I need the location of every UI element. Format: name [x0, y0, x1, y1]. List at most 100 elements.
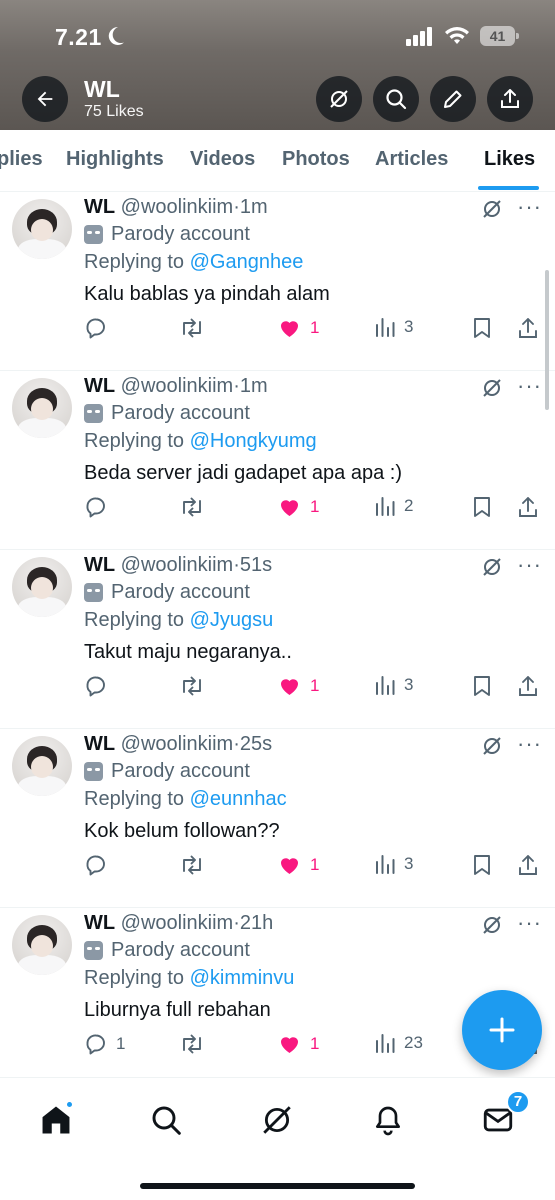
views-button[interactable]: 3	[374, 853, 413, 875]
views-icon	[376, 497, 395, 516]
share-tweet-button[interactable]	[516, 674, 540, 698]
nav-search[interactable]	[146, 1100, 186, 1140]
tweet-feed[interactable]: WL @woolinkiim·1m Parody account Replyin…	[0, 192, 555, 1077]
tweet-time[interactable]: 1m	[240, 375, 268, 397]
avatar[interactable]	[12, 378, 72, 438]
bookmark-button[interactable]	[471, 316, 493, 340]
reply-button[interactable]	[84, 674, 116, 698]
tab-likes[interactable]: Likes	[484, 148, 535, 171]
compose-button[interactable]	[462, 990, 542, 1070]
grok-icon[interactable]	[480, 734, 504, 758]
author-handle[interactable]: @woolinkiim	[121, 733, 234, 755]
grok-icon[interactable]	[480, 913, 504, 937]
tweet-item[interactable]: WL @woolinkiim·1m Parody account Replyin…	[0, 192, 555, 371]
author-handle[interactable]: @woolinkiim	[121, 554, 234, 576]
tab-photos[interactable]: Photos	[282, 148, 350, 171]
views-button[interactable]: 3	[374, 674, 413, 696]
scrollbar[interactable]	[545, 270, 549, 410]
parody-label: Parody account	[84, 939, 250, 962]
replying-to-handle[interactable]: @Jyugsu	[190, 609, 274, 631]
more-options-icon[interactable]: ···	[517, 731, 542, 757]
back-button[interactable]	[22, 76, 68, 122]
author-name[interactable]: WL	[84, 912, 115, 934]
author-handle[interactable]: @woolinkiim	[121, 912, 234, 934]
tweet-time[interactable]: 51s	[240, 554, 272, 576]
author-name[interactable]: WL	[84, 375, 115, 397]
search-button[interactable]	[373, 76, 419, 122]
replying-to-handle[interactable]: @kimminvu	[190, 967, 295, 989]
author-name[interactable]: WL	[84, 733, 115, 755]
avatar[interactable]	[12, 557, 72, 617]
like-button[interactable]: 1	[277, 316, 319, 340]
tweet-time[interactable]: 21h	[240, 912, 273, 934]
tab-articles[interactable]: Articles	[375, 148, 448, 171]
share-icon	[519, 497, 537, 517]
reply-button[interactable]	[84, 316, 116, 340]
tab-videos[interactable]: Videos	[190, 148, 255, 171]
grok-icon[interactable]	[480, 197, 504, 221]
share-tweet-button[interactable]	[516, 316, 540, 340]
views-count: 3	[404, 854, 414, 873]
reply-button[interactable]	[84, 495, 116, 519]
tab-replies[interactable]: plies	[0, 148, 43, 171]
grok-icon[interactable]	[480, 376, 504, 400]
bookmark-icon	[474, 855, 490, 875]
more-options-icon[interactable]: ···	[517, 552, 542, 578]
tweet-time[interactable]: 25s	[240, 733, 272, 755]
bookmark-button[interactable]	[471, 495, 493, 519]
tweet-time[interactable]: 1m	[240, 196, 268, 218]
retweet-button[interactable]	[179, 674, 205, 698]
retweet-button[interactable]	[179, 316, 205, 340]
views-button[interactable]: 2	[374, 495, 413, 517]
grok-icon[interactable]	[480, 555, 504, 579]
grok-button[interactable]	[316, 76, 362, 122]
nav-messages[interactable]: 7	[478, 1090, 530, 1140]
parody-label: Parody account	[84, 223, 250, 246]
share-tweet-button[interactable]	[516, 495, 540, 519]
tweet-actions: 1 2	[84, 495, 544, 523]
reply-icon	[86, 497, 105, 518]
retweet-button[interactable]	[179, 495, 205, 519]
views-button[interactable]: 23	[374, 1032, 423, 1054]
like-button[interactable]: 1	[277, 1032, 319, 1056]
nav-home[interactable]	[36, 1100, 76, 1140]
more-options-icon[interactable]: ···	[517, 910, 542, 936]
edit-button[interactable]	[430, 76, 476, 122]
more-options-icon[interactable]: ···	[517, 373, 542, 399]
share-tweet-button[interactable]	[516, 853, 540, 877]
author-handle[interactable]: @woolinkiim	[121, 375, 234, 397]
author-name[interactable]: WL	[84, 196, 115, 218]
bookmark-button[interactable]	[471, 674, 493, 698]
parody-text: Parody account	[111, 402, 250, 424]
replying-to-handle[interactable]: @Gangnhee	[190, 251, 304, 273]
nav-grok[interactable]	[257, 1100, 297, 1140]
avatar[interactable]	[12, 199, 72, 259]
more-options-icon[interactable]: ···	[517, 194, 542, 220]
grok-icon	[330, 90, 348, 108]
tab-highlights[interactable]: Highlights	[66, 148, 164, 171]
edit-icon	[444, 90, 462, 108]
tweet-item[interactable]: WL @woolinkiim·25s Parody account Replyi…	[0, 729, 555, 908]
views-button[interactable]: 3	[374, 316, 413, 338]
reply-button[interactable]	[84, 853, 116, 877]
like-button[interactable]: 1	[277, 495, 319, 519]
replying-to-handle[interactable]: @Hongkyumg	[190, 430, 317, 452]
retweet-button[interactable]	[179, 853, 205, 877]
reply-button[interactable]: 1	[84, 1032, 125, 1056]
like-button[interactable]: 1	[277, 674, 319, 698]
bookmark-button[interactable]	[471, 853, 493, 877]
status-time: 7.21	[55, 24, 102, 50]
battery-icon: 41	[480, 26, 519, 46]
share-button[interactable]	[487, 76, 533, 122]
retweet-button[interactable]	[179, 1032, 205, 1056]
like-button[interactable]: 1	[277, 853, 319, 877]
replying-to-handle[interactable]: @eunnhac	[190, 788, 287, 810]
author-handle[interactable]: @woolinkiim	[121, 196, 234, 218]
author-name[interactable]: WL	[84, 554, 115, 576]
tweet-item[interactable]: WL @woolinkiim·1m Parody account Replyin…	[0, 371, 555, 550]
retweet-icon	[183, 318, 201, 338]
avatar[interactable]	[12, 736, 72, 796]
tweet-item[interactable]: WL @woolinkiim·51s Parody account Replyi…	[0, 550, 555, 729]
avatar[interactable]	[12, 915, 72, 975]
nav-notifications[interactable]	[368, 1100, 408, 1140]
